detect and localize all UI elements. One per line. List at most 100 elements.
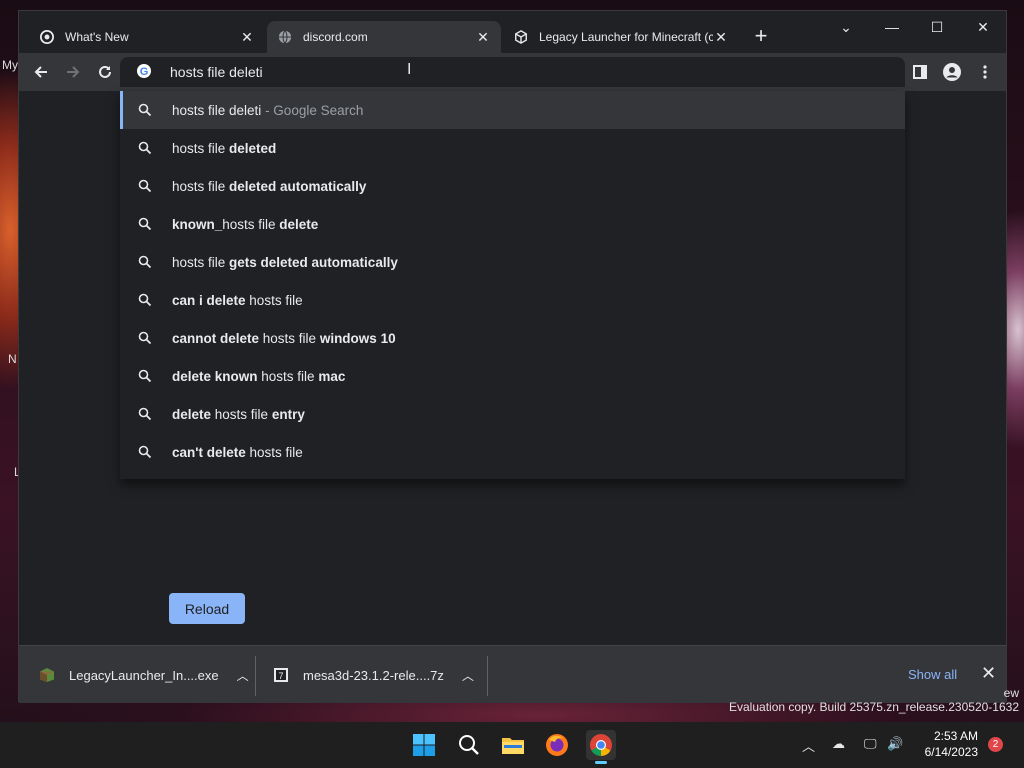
svg-text:7: 7	[278, 671, 283, 681]
suggestion-item[interactable]: hosts file deleti - Google Search	[120, 91, 905, 129]
download-filename: LegacyLauncher_In....exe	[69, 667, 219, 683]
close-tab-icon[interactable]: ✕	[713, 29, 729, 46]
download-filename: mesa3d-23.1.2-rele....7z	[303, 667, 444, 683]
profile-icon[interactable]	[943, 63, 961, 81]
chrome-taskbar-icon[interactable]	[586, 730, 616, 764]
file-explorer-icon[interactable]	[498, 730, 528, 760]
search-icon[interactable]	[454, 730, 484, 760]
text-cursor-icon: I	[407, 61, 412, 78]
new-tab-button[interactable]: +	[749, 25, 773, 49]
suggestion-text: hosts file gets deleted automatically	[172, 255, 398, 270]
chrome-icon	[39, 29, 55, 45]
desktop-label-1: My	[2, 58, 18, 72]
suggestion-text-part: delete known	[172, 368, 262, 384]
search-icon	[138, 369, 152, 383]
maximize-icon[interactable]: ☐	[924, 19, 950, 36]
suggestions-dropdown: hosts file deleti - Google Search hosts f…	[120, 91, 905, 479]
close-tab-icon[interactable]: ✕	[475, 29, 491, 46]
tab-legacy-launcher[interactable]: Legacy Launcher for Minecraft (c ✕	[503, 21, 739, 53]
suggestion-text-part: mac	[318, 368, 346, 384]
download-item[interactable]: LegacyLauncher_In....exe ︿	[39, 646, 249, 704]
suggestion-text: can't delete hosts file	[172, 445, 303, 460]
suggestion-text: hosts file deleted automatically	[172, 179, 366, 194]
google-g-icon: G	[136, 63, 154, 81]
desktop-label-2: N	[8, 352, 17, 366]
suggestion-text: hosts file deleted	[172, 141, 276, 156]
evaluation-watermark: ew Evaluation copy. Build 25375.zn_relea…	[729, 686, 1019, 714]
close-tab-icon[interactable]: ✕	[239, 29, 255, 46]
download-item[interactable]: 7 mesa3d-23.1.2-rele....7z ︿	[273, 646, 474, 704]
suggestion-text: cannot delete hosts file windows 10	[172, 331, 396, 346]
tab-title: What's New	[65, 30, 129, 44]
suggestion-text-part: hosts file	[172, 254, 230, 270]
suggestion-text-part: hosts file	[249, 292, 303, 308]
reload-icon[interactable]	[93, 61, 117, 83]
address-bar[interactable]: G hosts file deleti I	[120, 57, 905, 87]
search-icon	[138, 331, 152, 345]
tab-whats-new[interactable]: What's New ✕	[29, 21, 265, 53]
suggestion-text-part: delete	[279, 216, 319, 232]
tab-strip: What's New ✕ discord.com ✕ Legacy Launch…	[19, 11, 1006, 53]
forward-arrow-icon[interactable]	[61, 61, 85, 83]
suggestion-item[interactable]: can i delete hosts file	[120, 281, 905, 319]
suggestion-item[interactable]: known_hosts file delete	[120, 205, 905, 243]
reload-button[interactable]: Reload	[169, 593, 245, 624]
suggestion-item[interactable]: delete hosts file entry	[120, 395, 905, 433]
suggestion-item[interactable]: hosts file gets deleted automatically	[120, 243, 905, 281]
show-all-link[interactable]: Show all	[908, 667, 957, 682]
suggestion-item[interactable]: delete known hosts file mac	[120, 357, 905, 395]
close-shelf-icon[interactable]: ✕	[981, 663, 996, 684]
search-icon	[138, 293, 152, 307]
suggestion-text-part: can i delete	[172, 292, 250, 308]
chevron-up-tray-icon[interactable]: ︿	[802, 736, 815, 755]
suggestion-text-part: hosts file	[261, 368, 319, 384]
close-window-icon[interactable]: ✕	[970, 19, 996, 36]
back-arrow-icon[interactable]	[29, 61, 53, 83]
suggestion-text: delete hosts file entry	[172, 407, 305, 422]
firefox-icon[interactable]	[542, 730, 572, 760]
clock-date: 6/14/2023	[924, 745, 978, 759]
chevron-up-icon[interactable]: ︿	[237, 667, 249, 684]
minimize-icon[interactable]: —	[879, 19, 905, 35]
download-shelf: LegacyLauncher_In....exe ︿ 7 mesa3d-23.1…	[19, 645, 1006, 703]
tab-discord[interactable]: discord.com ✕	[267, 21, 501, 53]
taskbar: ︿ ☁ 🖵 🔊 2:53 AM 6/14/2023	[0, 722, 1024, 768]
active-indicator	[595, 761, 607, 764]
suggestion-text: delete known hosts file mac	[172, 369, 345, 384]
suggestion-text-part: gets deleted automatically	[229, 254, 398, 270]
suggestion-text: known_hosts file delete	[172, 217, 318, 232]
side-panel-icon[interactable]	[911, 63, 929, 81]
suggestion-text-part: hosts file	[172, 140, 230, 156]
onedrive-icon[interactable]: ☁	[832, 736, 845, 752]
suggestion-text-part: hosts file	[262, 330, 320, 346]
cube-icon	[513, 29, 529, 45]
chrome-window: What's New ✕ discord.com ✕ Legacy Launch…	[18, 10, 1007, 703]
notification-badge[interactable]: 2	[988, 737, 1003, 752]
address-bar-input[interactable]: hosts file deleti	[170, 64, 263, 80]
suggestion-text-part: delete	[172, 406, 215, 422]
suggestion-text-part: can't delete	[172, 444, 250, 460]
tab-search-icon[interactable]: ⌄	[833, 19, 859, 36]
divider	[487, 656, 488, 696]
divider	[255, 656, 256, 696]
network-icon[interactable]: 🖵	[864, 736, 877, 752]
watermark-text: Evaluation copy. Build 25375.zn_release.…	[729, 700, 1019, 714]
suggestion-text-part: hosts file	[222, 216, 280, 232]
suggestion-item[interactable]: hosts file deleted automatically	[120, 167, 905, 205]
suggestion-item[interactable]: hosts file deleted	[120, 129, 905, 167]
suggestion-text-part: hosts file	[214, 406, 272, 422]
suggestion-item[interactable]: can't delete hosts file	[120, 433, 905, 471]
kebab-menu-icon[interactable]	[976, 63, 994, 81]
chevron-up-icon[interactable]: ︿	[462, 667, 474, 684]
system-clock[interactable]: 2:53 AM 6/14/2023	[925, 728, 978, 760]
volume-icon[interactable]: 🔊	[887, 736, 903, 752]
search-icon	[138, 141, 152, 155]
watermark-suffix: ew	[1003, 686, 1019, 700]
suggestion-item[interactable]: cannot delete hosts file windows 10	[120, 319, 905, 357]
search-icon	[138, 445, 152, 459]
clock-time: 2:53 AM	[933, 729, 978, 743]
suggestion-text-part: hosts file deleti	[172, 102, 262, 118]
start-icon[interactable]	[409, 730, 439, 760]
suggestion-text-part: - Google Search	[261, 102, 364, 118]
suggestion-text-part: cannot delete	[172, 330, 263, 346]
